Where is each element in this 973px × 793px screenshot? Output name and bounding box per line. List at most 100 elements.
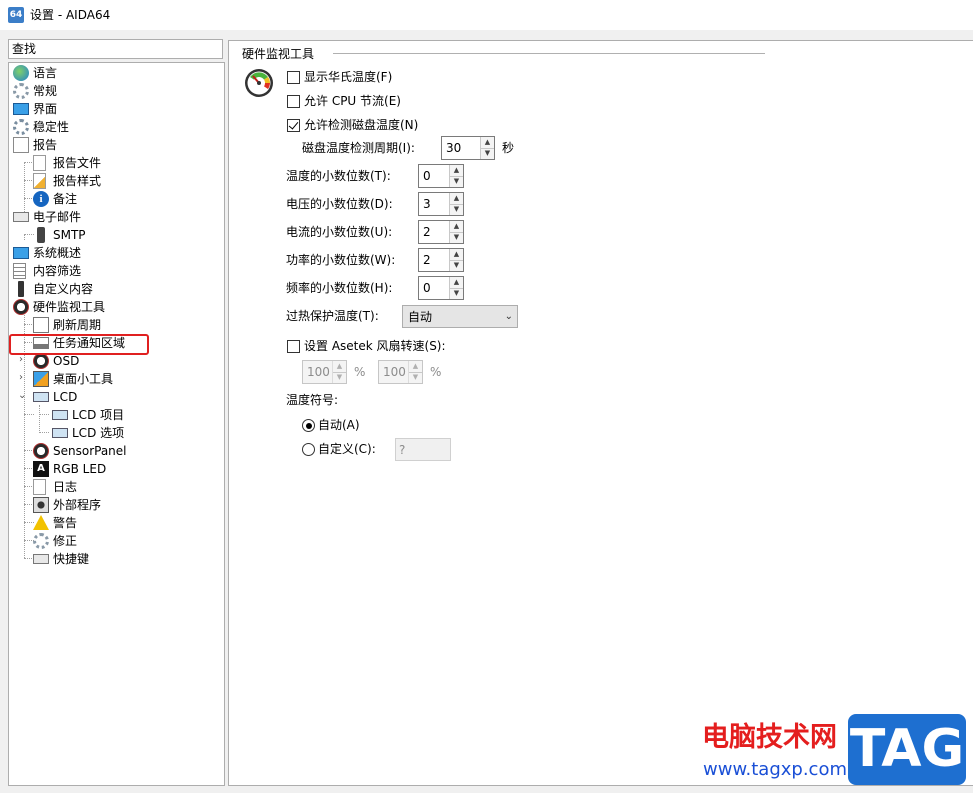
stepper-down-icon[interactable]: ▼ [409,372,422,383]
usb-icon [18,281,24,297]
temp-symbol-auto-label: 自动(A) [318,418,360,432]
temp-decimals-stepper[interactable]: 0 ▲ ▼ [418,164,464,188]
warning-icon [33,515,49,530]
sidebar-item-label: 自定义内容 [33,282,94,296]
gears-icon [13,83,29,99]
freq-decimals-label: 频率的小数位数(H): [286,281,393,295]
asetek-speed2-stepper[interactable]: 100 ▲ ▼ [378,360,423,384]
asetek-unit1: % [354,365,366,379]
voltage-decimals-value: 3 [423,197,431,211]
lcd-icon [52,428,68,438]
temp-symbol-auto-radio[interactable] [302,419,315,432]
magnifier-icon [33,317,49,333]
page-title: 硬件监视工具 [242,47,315,61]
power-decimals-label: 功率的小数位数(W): [286,253,396,267]
gear-icon [13,119,29,135]
disk-period-stepper[interactable]: 30 ▲ ▼ [441,136,495,160]
globe-icon [13,65,29,81]
pencil-document-icon [33,173,46,189]
power-decimals-stepper[interactable]: 2 ▲ ▼ [418,248,464,272]
tree-connector [24,234,34,235]
sidebar-item-label: RGB LED [53,462,107,476]
stepper-buttons: ▲ ▼ [449,249,463,271]
stepper-buttons: ▲ ▼ [408,361,422,383]
sidebar-item-label: 修正 [53,534,78,548]
stepper-down-icon[interactable]: ▼ [481,148,494,159]
sidebar-item-label: 电子邮件 [33,210,82,224]
tree-connector [39,432,49,433]
current-decimals-stepper[interactable]: 2 ▲ ▼ [418,220,464,244]
hardware-monitor-gauge-icon [245,69,273,97]
stepper-down-icon[interactable]: ▼ [450,176,463,187]
voltage-decimals-label: 电压的小数位数(D): [286,197,393,211]
sidebar-item-label: 系统概述 [33,246,82,260]
sidebar-item-label: 常规 [33,84,58,98]
report-icon [13,137,29,153]
stepper-down-icon[interactable]: ▼ [450,204,463,215]
current-decimals-value: 2 [423,225,431,239]
watermark-logo: TAG [848,714,966,785]
stepper-down-icon[interactable]: ▼ [450,260,463,271]
sidebar-item-label: 警告 [53,516,78,530]
collapse-lcd-icon[interactable]: ⌄ [18,391,27,401]
stepper-buttons: ▲ ▼ [449,165,463,187]
custom-symbol-input[interactable]: ? [395,438,451,461]
overheat-label: 过热保护温度(T): [286,309,379,323]
asetek-speed2-value: 100 [383,365,406,379]
disk-temp-checkbox[interactable] [287,119,300,132]
temp-symbol-custom-radio[interactable] [302,443,315,456]
stepper-down-icon[interactable]: ▼ [333,372,346,383]
sidebar-item-label: 报告样式 [53,174,102,188]
expand-gadget-icon[interactable]: › [19,373,28,383]
program-icon [33,497,49,513]
fahrenheit-label: 显示华氏温度(F) [304,70,393,84]
app-icon: 64 [8,7,24,23]
keyboard-icon [33,554,49,564]
tree-connector [39,405,40,433]
sidebar-item-label: LCD 选项 [72,426,125,440]
asetek-speed1-stepper[interactable]: 100 ▲ ▼ [302,360,347,384]
document-icon [33,479,46,495]
disk-temp-label: 允许检测磁盘温度(N) [304,118,419,132]
settings-tree[interactable]: › › ⌄ 语言 常规 界面 稳定性 报告 报告文件 报告样式 i 备注 电子邮… [8,62,225,786]
asetek-unit2: % [430,365,442,379]
gauge-icon [33,443,49,459]
sidebar-item-label: 语言 [33,66,58,80]
tree-connector [39,414,49,415]
stepper-down-icon[interactable]: ▼ [450,288,463,299]
lcd-icon [33,392,49,402]
asetek-speed1-value: 100 [307,365,330,379]
highlight-annotation [9,334,149,355]
overheat-select[interactable]: 自动 ⌄ [402,305,518,328]
stepper-buttons: ▲ ▼ [332,361,346,383]
watermark-url: www.tagxp.com [703,759,847,780]
keyboard-icon [13,212,29,222]
window-title: 设置 - AIDA64 [30,8,111,22]
search-input[interactable]: 查找 [8,39,223,59]
filter-list-icon [13,263,26,279]
sidebar-item-label: 界面 [33,102,58,116]
sidebar-item-label: 日志 [53,480,78,494]
current-decimals-label: 电流的小数位数(U): [286,225,393,239]
asetek-checkbox[interactable] [287,340,300,353]
stepper-down-icon[interactable]: ▼ [450,232,463,243]
disk-period-label: 磁盘温度检测周期(I): [302,141,415,155]
cpu-throttle-checkbox[interactable] [287,95,300,108]
gauge-icon [13,299,29,315]
freq-decimals-stepper[interactable]: 0 ▲ ▼ [418,276,464,300]
monitor-icon [13,247,29,259]
sidebar-item-label: 报告文件 [53,156,102,170]
fahrenheit-checkbox[interactable] [287,71,300,84]
section-divider [333,53,765,54]
voltage-decimals-stepper[interactable]: 3 ▲ ▼ [418,192,464,216]
title-bar [0,0,973,30]
custom-symbol-value: ? [399,443,406,457]
sidebar-item-label: 备注 [53,192,78,206]
sidebar-item-label: LCD 项目 [72,408,125,422]
stepper-buttons: ▲ ▼ [449,221,463,243]
collapse-osd-icon[interactable]: › [19,355,28,365]
tree-connector [24,414,34,415]
rgb-led-icon: A [33,461,49,477]
temp-decimals-label: 温度的小数位数(T): [286,169,391,183]
sidebar-item-label: SensorPanel [53,444,127,458]
